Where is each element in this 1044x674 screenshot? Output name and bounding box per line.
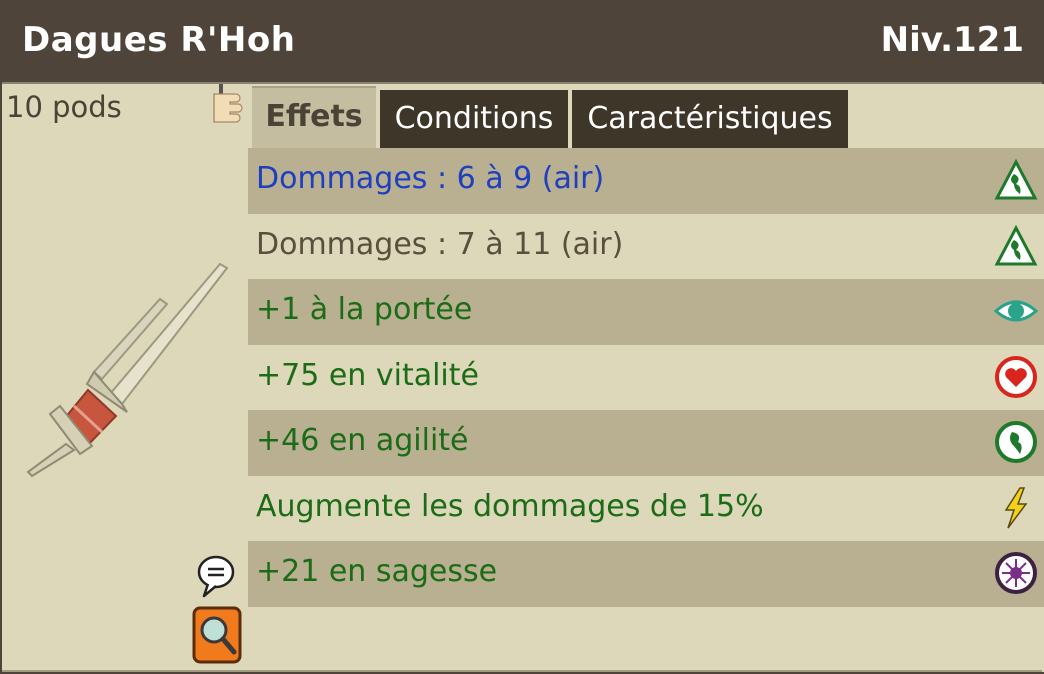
range-eye-icon bbox=[994, 300, 1038, 322]
effect-text: +46 en agilité bbox=[256, 423, 469, 458]
tab-caracteristiques[interactable]: Caractéristiques bbox=[572, 90, 848, 148]
item-header: Dagues R'Hoh Niv.121 bbox=[2, 2, 1042, 84]
item-weight: 10 pods bbox=[6, 90, 122, 124]
chat-bubble-icon[interactable] bbox=[196, 554, 236, 598]
effect-text: Augmente les dommages de 15% bbox=[256, 488, 764, 524]
tab-conditions[interactable]: Conditions bbox=[380, 90, 568, 148]
wisdom-icon bbox=[995, 552, 1037, 594]
item-preview-column: 10 pods bbox=[2, 84, 248, 672]
air-damage-icon bbox=[994, 158, 1038, 200]
damage-lightning-icon bbox=[1004, 486, 1028, 528]
effect-row: Augmente les dommages de 15% bbox=[248, 475, 1044, 541]
effects-list: Dommages : 6 à 9 (air) Dommages : 7 à 11… bbox=[248, 148, 1044, 607]
magnifier-button[interactable] bbox=[192, 606, 242, 664]
item-tooltip-panel: Dagues R'Hoh Niv.121 10 pods Effets Cond… bbox=[0, 0, 1044, 674]
effect-row: +21 en sagesse bbox=[248, 541, 1044, 607]
effect-text: +75 en vitalité bbox=[256, 357, 479, 393]
effect-text: Dommages : 6 à 9 (air) bbox=[256, 161, 605, 196]
effect-row: +1 à la portée bbox=[248, 279, 1044, 345]
effect-text: +21 en sagesse bbox=[256, 554, 498, 589]
agility-icon bbox=[995, 421, 1037, 463]
tab-effets[interactable]: Effets bbox=[252, 86, 376, 148]
effect-text: Dommages : 7 à 11 (air) bbox=[256, 226, 624, 262]
weapon-image bbox=[26, 262, 229, 478]
air-damage-icon bbox=[994, 224, 1038, 265]
details-tabs: Effets Conditions Caractéristiques bbox=[248, 84, 1044, 150]
effect-text: +1 à la portée bbox=[256, 292, 473, 327]
item-details-column: Effets Conditions Caractéristiques Domma… bbox=[248, 84, 1044, 672]
effect-row: +46 en agilité bbox=[248, 410, 1044, 476]
vitality-heart-icon bbox=[995, 355, 1037, 398]
effect-row: Dommages : 6 à 9 (air) bbox=[248, 148, 1044, 214]
bottom-divider bbox=[2, 670, 1042, 672]
effect-row: Dommages : 7 à 11 (air) bbox=[248, 213, 1044, 279]
item-name: Dagues R'Hoh bbox=[22, 20, 296, 60]
hand-equip-icon[interactable] bbox=[210, 84, 246, 132]
effect-row: +75 en vitalité bbox=[248, 344, 1044, 410]
item-level: Niv.121 bbox=[880, 20, 1024, 60]
